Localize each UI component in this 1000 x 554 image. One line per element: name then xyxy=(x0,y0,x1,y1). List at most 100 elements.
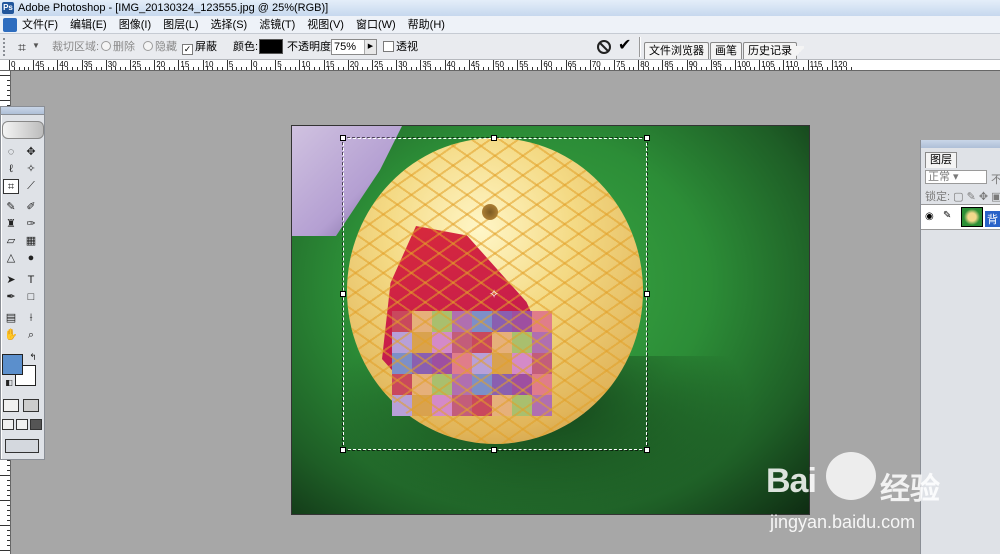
crop-center-icon[interactable]: ✧ xyxy=(489,288,499,300)
ruler-minor-tick xyxy=(100,67,102,70)
brush-tool-icon[interactable]: ✐ xyxy=(23,200,39,215)
ruler-tick xyxy=(710,60,712,70)
ruler-minor-tick xyxy=(96,67,98,70)
lock-move-icon[interactable]: ✥ xyxy=(979,191,988,203)
lasso-tool-icon[interactable]: ℓ xyxy=(3,162,19,177)
ruler-minor-tick xyxy=(28,67,30,70)
watermark-suffix: 经验 xyxy=(880,472,940,507)
healing-brush-tool-icon[interactable]: ✎ xyxy=(3,200,19,215)
dodge-tool-icon[interactable]: ● xyxy=(23,251,39,266)
ruler-tick xyxy=(420,60,422,70)
full-screen-menu-mode-icon[interactable] xyxy=(16,419,28,430)
move-tool-icon[interactable]: ✥ xyxy=(23,145,39,160)
default-colors-icon[interactable]: ◧ xyxy=(1,375,17,390)
ruler-minor-tick xyxy=(7,540,10,541)
menu-image[interactable]: 图像(I) xyxy=(119,16,151,33)
crop-handle-top-right[interactable] xyxy=(644,135,650,141)
menu-edit[interactable]: 编辑(E) xyxy=(70,16,107,33)
foreground-color-swatch[interactable] xyxy=(2,354,23,375)
crop-tool-icon[interactable]: ⌗ xyxy=(3,179,19,194)
menu-layer[interactable]: 图层(L) xyxy=(163,16,198,33)
crop-handle-bottom[interactable] xyxy=(491,447,497,453)
menu-help[interactable]: 帮助(H) xyxy=(408,16,445,33)
ruler-minor-tick xyxy=(7,85,10,86)
tab-file-browser[interactable]: 文件浏览器 xyxy=(644,42,709,59)
marquee-tool-icon[interactable]: ◌ xyxy=(3,145,19,160)
ruler-tick xyxy=(251,60,252,70)
full-screen-mode-icon[interactable] xyxy=(30,419,42,430)
lock-paint-icon[interactable]: ✎ xyxy=(967,191,976,203)
notes-tool-icon[interactable]: ▤ xyxy=(3,311,19,326)
shield-color-swatch[interactable] xyxy=(259,39,283,54)
commit-crop-button[interactable]: ✔ xyxy=(618,36,631,56)
menu-filter[interactable]: 滤镜(T) xyxy=(259,16,295,33)
tool-preset-arrow-icon[interactable]: ▼ xyxy=(32,41,40,50)
crop-handle-left[interactable] xyxy=(340,291,346,297)
path-selection-tool-icon[interactable]: ➤ xyxy=(3,273,19,288)
ruler-minor-tick xyxy=(183,67,185,70)
magic-wand-tool-icon[interactable]: ✧ xyxy=(23,162,39,177)
ruler-minor-tick xyxy=(333,67,335,70)
ruler-minor-tick xyxy=(110,67,112,70)
hide-radio[interactable]: 隐藏 xyxy=(143,40,177,54)
opacity-input[interactable]: 75% ▶ xyxy=(331,39,377,55)
menu-view[interactable]: 视图(V) xyxy=(307,16,344,33)
jump-to-imageready-button[interactable] xyxy=(5,439,39,453)
horizontal-ruler[interactable]: 0 45 40 35 30 25 20 15 10 5 0 5 10 15 20 25 30 35 40 45 50 55… xyxy=(0,60,1000,71)
crop-handle-bottom-right[interactable] xyxy=(644,447,650,453)
ruler-minor-tick xyxy=(7,485,10,486)
crop-handle-bottom-left[interactable] xyxy=(340,447,346,453)
photoshop-logo[interactable] xyxy=(2,121,44,139)
clone-stamp-tool-icon[interactable]: ♜ xyxy=(3,217,19,232)
crop-tool-icon[interactable]: ⌗ xyxy=(14,39,30,55)
options-grip[interactable] xyxy=(3,38,7,56)
menu-file[interactable]: 文件(F) xyxy=(22,16,58,33)
tab-history[interactable]: 历史记录 xyxy=(743,42,804,59)
lock-transparency-icon[interactable]: ▢ xyxy=(953,191,963,203)
layers-title-bar[interactable] xyxy=(921,140,1000,148)
blend-mode-select[interactable]: 正常 ▾ xyxy=(925,170,987,184)
menu-select[interactable]: 选择(S) xyxy=(211,16,248,33)
ruler-minor-tick xyxy=(744,67,746,70)
delete-radio[interactable]: 删除 xyxy=(101,40,135,54)
layer-row[interactable]: ◉ ✎ 背 xyxy=(921,204,1000,230)
ruler-minor-tick xyxy=(313,67,315,70)
tab-layers[interactable]: 图层 xyxy=(925,152,957,168)
standard-mode-icon[interactable] xyxy=(3,399,19,412)
hand-tool-icon[interactable]: ✋ xyxy=(3,328,19,343)
ruler-minor-tick xyxy=(415,67,417,70)
slice-tool-icon[interactable]: ⟋ xyxy=(23,179,39,194)
crop-handle-top-left[interactable] xyxy=(340,135,346,141)
brush-icon[interactable]: ✎ xyxy=(943,210,951,221)
standard-screen-mode-icon[interactable] xyxy=(2,419,14,430)
menu-window[interactable]: 窗口(W) xyxy=(356,16,396,33)
toolbox-title-bar[interactable] xyxy=(1,107,44,115)
ruler-minor-tick xyxy=(584,67,586,70)
opacity-arrow-icon[interactable]: ▶ xyxy=(364,40,376,54)
ruler-minor-tick xyxy=(764,67,766,70)
eye-icon[interactable]: ◉ xyxy=(925,211,934,222)
pen-tool-icon[interactable]: ✒ xyxy=(3,290,19,305)
type-tool-icon[interactable]: T xyxy=(23,273,39,288)
eyedropper-tool-icon[interactable]: ⟊ xyxy=(23,311,39,326)
perspective-checkbox[interactable]: 透视 xyxy=(383,40,418,54)
watermark-url: jingyan.baidu.com xyxy=(770,512,916,532)
shape-tool-icon[interactable]: □ xyxy=(23,290,39,305)
quick-mask-mode-icon[interactable] xyxy=(23,399,39,412)
lock-all-icon[interactable]: ▣ xyxy=(991,191,1000,203)
history-brush-tool-icon[interactable]: ✑ xyxy=(23,217,39,232)
gradient-tool-icon[interactable]: ▦ xyxy=(23,234,39,249)
shield-checkbox[interactable]: ✓ 屏蔽 xyxy=(182,40,217,55)
tab-brushes[interactable]: 画笔 xyxy=(710,42,742,59)
crop-handle-right[interactable] xyxy=(644,291,650,297)
layer-name[interactable]: 背 xyxy=(985,211,1000,227)
zoom-tool-icon[interactable]: ⌕ xyxy=(23,328,39,343)
ruler-tick xyxy=(444,60,446,70)
eraser-tool-icon[interactable]: ▱ xyxy=(3,234,19,249)
blur-tool-icon[interactable]: △ xyxy=(3,251,19,266)
document-icon[interactable] xyxy=(3,18,17,32)
swap-colors-icon[interactable]: ↰ xyxy=(25,350,41,365)
crop-handle-top[interactable] xyxy=(491,135,497,141)
cancel-crop-button[interactable] xyxy=(597,40,611,54)
ruler-minor-tick xyxy=(197,67,199,70)
